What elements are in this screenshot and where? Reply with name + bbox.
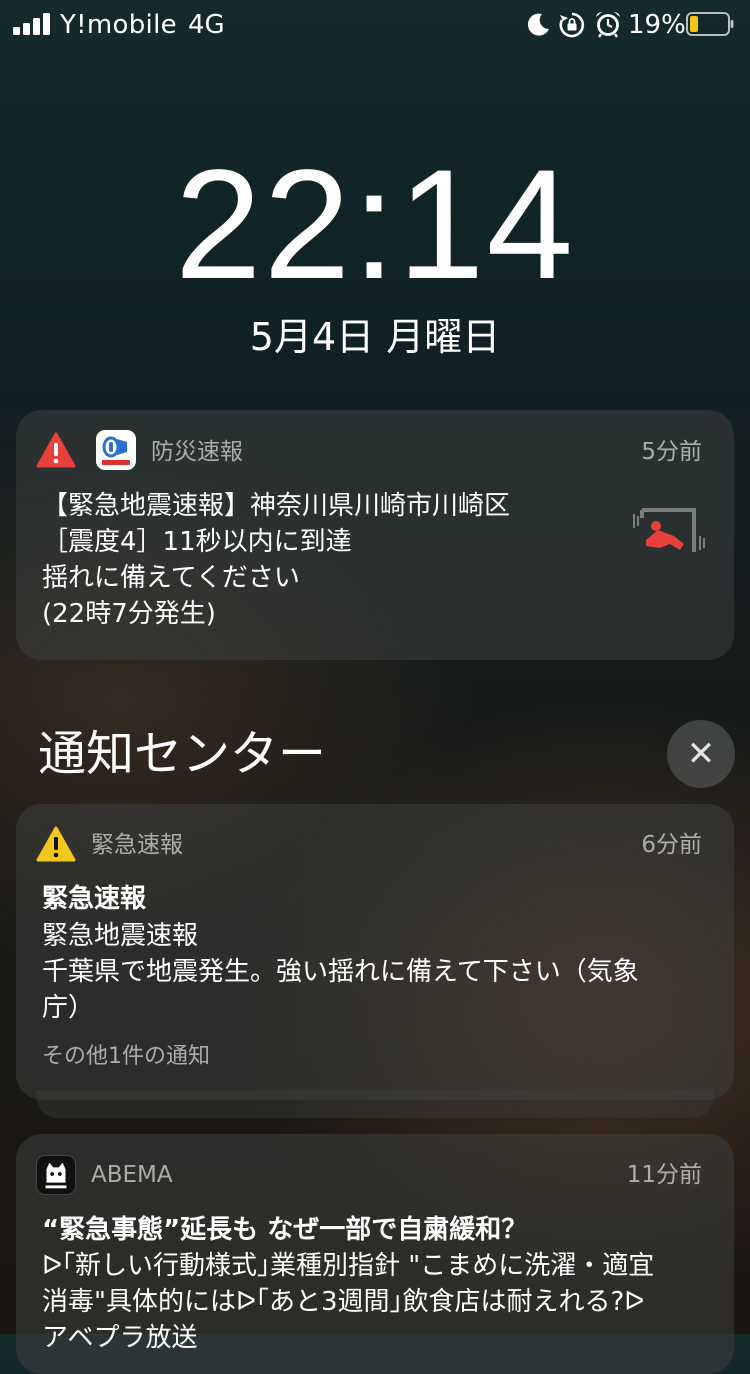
more-notifications-label[interactable]: その他1件の通知 bbox=[42, 1042, 210, 1072]
notification-line: 緊急地震速報 bbox=[42, 921, 199, 951]
notification-app-name: ABEMA bbox=[91, 1162, 173, 1188]
notification-line: 【緊急地震速報】神奈川県川崎市川崎区 bbox=[42, 491, 511, 521]
notification-center-title: 通知センター bbox=[38, 726, 327, 782]
moon-icon bbox=[527, 13, 549, 36]
abema-app-icon bbox=[36, 1155, 76, 1195]
status-bar: Y!mobile 4G 19% bbox=[0, 0, 750, 50]
clear-notifications-button[interactable]: ✕ bbox=[667, 720, 735, 788]
lock-screen-time: 22:14 bbox=[174, 138, 576, 312]
notification-line: (22時7分発生) bbox=[42, 599, 216, 629]
carrier-name: Y!mobile bbox=[60, 10, 177, 40]
rotation-lock-icon bbox=[559, 12, 585, 38]
notification-line: ᐅ｢新しい行動様式｣業種別指針 "こまめに洗濯・適宜 bbox=[42, 1251, 655, 1281]
warning-icon bbox=[36, 432, 76, 468]
notification-emergency[interactable]: 緊急速報 6分前 緊急速報 緊急地震速報 千葉県で地震発生。強い揺れに備えて下さ… bbox=[16, 804, 734, 1100]
notification-title: “緊急事態”延長も なぜ一部で自粛緩和？ bbox=[42, 1215, 528, 1245]
notification-line: 揺れに備えてください bbox=[42, 563, 300, 593]
notification-line: アベプラ放送 bbox=[42, 1323, 198, 1353]
notification-app-name: 緊急速報 bbox=[91, 832, 183, 858]
alarm-icon bbox=[596, 11, 620, 38]
close-icon: ✕ bbox=[686, 734, 716, 774]
notification-time: 5分前 bbox=[641, 439, 702, 465]
notification-line: ［震度4］11秒以内に到達 bbox=[42, 527, 352, 557]
notification-line: 庁） bbox=[42, 993, 95, 1023]
notification-line: 消毒"具体的にはᐅ｢あと3週間｣飲食店は耐えれる?ᐅ bbox=[42, 1287, 645, 1317]
notification-app-name: 防災速報 bbox=[151, 439, 243, 465]
yahoo-bosai-app-icon bbox=[96, 430, 136, 470]
notification-title: 緊急速報 bbox=[42, 884, 147, 914]
notification-line: 千葉県で地震発生。強い揺れに備えて下さい（気象 bbox=[42, 957, 639, 987]
warning-icon bbox=[36, 826, 76, 862]
notification-time: 11分前 bbox=[626, 1162, 702, 1188]
lock-screen-date: 5月4日 月曜日 bbox=[249, 315, 501, 359]
notification-time: 6分前 bbox=[641, 832, 702, 858]
battery-icon bbox=[686, 12, 734, 36]
signal-icon bbox=[13, 13, 53, 35]
earthquake-thumbnail-icon bbox=[633, 508, 705, 552]
battery-percent: 19% bbox=[628, 10, 686, 40]
network-type: 4G bbox=[188, 10, 225, 40]
notification-abema[interactable]: ABEMA 11分前 “緊急事態”延長も なぜ一部で自粛緩和？ ᐅ｢新しい行動様… bbox=[16, 1134, 734, 1374]
